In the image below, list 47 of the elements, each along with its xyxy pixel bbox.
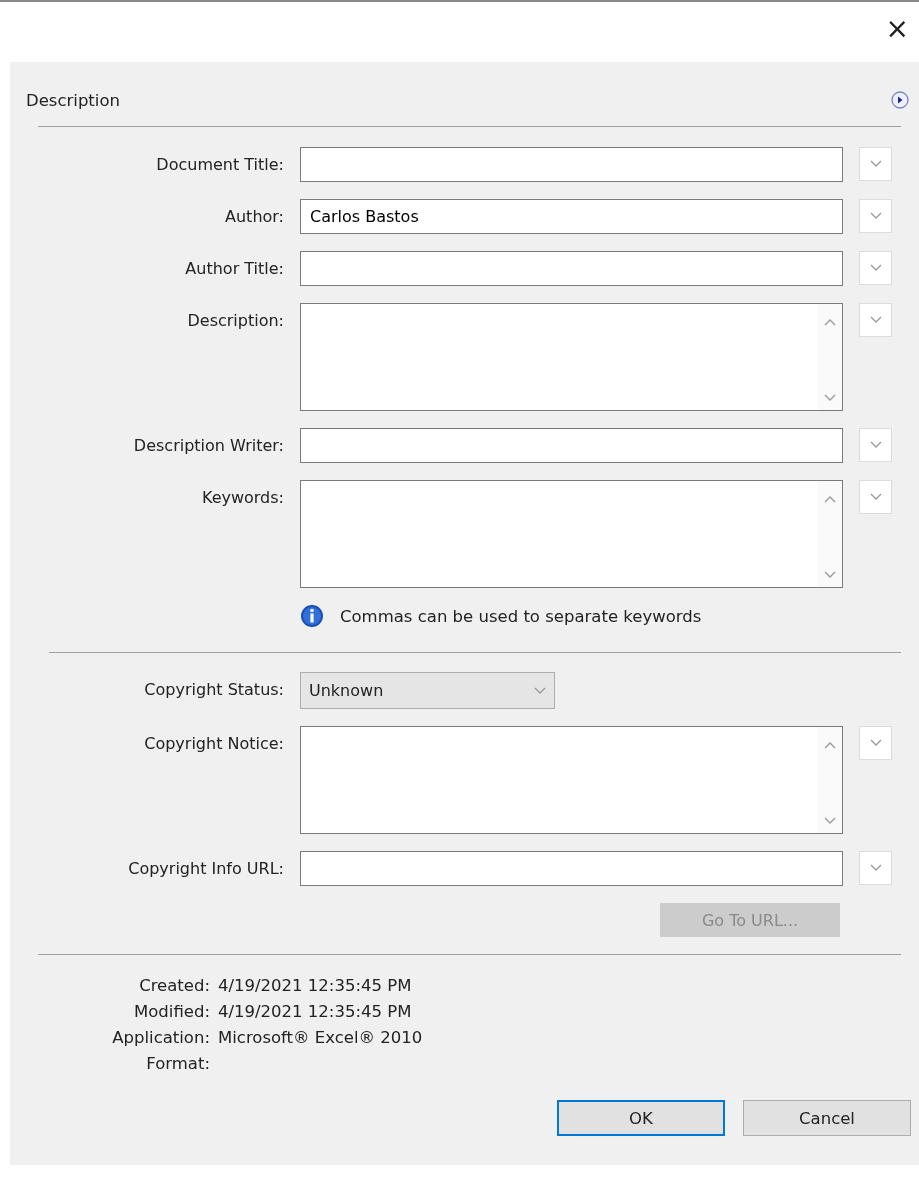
section-title: Description: [26, 90, 120, 110]
meta-value: 4/19/2021 12:35:45 PM: [218, 975, 413, 997]
meta-label: Created:: [138, 975, 210, 997]
hint-text: Commas can be used to separate keywords: [340, 606, 702, 626]
chevron-down-icon: [869, 739, 882, 747]
chevron-down-icon: [534, 686, 546, 695]
input-field[interactable]: [300, 428, 843, 463]
text-area[interactable]: [300, 303, 843, 411]
input-field[interactable]: Carlos Bastos: [300, 199, 843, 234]
input-field[interactable]: [300, 851, 843, 886]
scroll-down-icon: [824, 817, 836, 825]
scroll-down-icon: [824, 394, 836, 402]
input-field[interactable]: [300, 147, 843, 182]
field-label: Copyright Info URL:: [127, 858, 285, 880]
chevron-down-icon: [869, 493, 882, 501]
chevron-down-icon: [869, 441, 882, 449]
field-label: Description:: [186, 310, 285, 332]
scroll-up-icon: [824, 495, 836, 503]
chevron-down-icon: [869, 212, 882, 220]
field-label: Copyright Status:: [143, 679, 285, 701]
info-icon: [300, 604, 324, 628]
copyright-status-select[interactable]: Unknown: [300, 672, 555, 709]
meta-value: 4/19/2021 12:35:45 PM: [218, 1001, 413, 1023]
meta-label: Modified:: [133, 1001, 210, 1023]
text-area[interactable]: [300, 480, 843, 588]
field-label: Copyright Notice:: [143, 733, 285, 755]
field-label: Document Title:: [155, 154, 285, 176]
input-field[interactable]: [300, 251, 843, 286]
dialog-button[interactable]: Cancel: [743, 1100, 911, 1136]
field-label: Keywords:: [200, 487, 285, 509]
chevron-down-icon: [869, 264, 882, 272]
field-label: Author Title:: [184, 258, 285, 280]
chevron-down-icon: [869, 864, 882, 872]
chevron-down-icon: [869, 316, 882, 324]
scroll-up-icon: [824, 741, 836, 749]
close-button[interactable]: ×: [881, 14, 913, 44]
text-area[interactable]: [300, 726, 843, 834]
scroll-up-icon: [824, 318, 836, 326]
field-label: Author:: [224, 206, 285, 228]
scroll-down-icon: [824, 571, 836, 579]
meta-label: Application:: [111, 1027, 210, 1049]
chevron-down-icon: [869, 160, 882, 168]
field-label: Description Writer:: [132, 435, 285, 457]
meta-value: Microsoft® Excel® 2010: [218, 1027, 424, 1049]
meta-label: Format:: [145, 1053, 210, 1075]
play-circle-icon[interactable]: [891, 91, 909, 109]
dialog-button[interactable]: OK: [557, 1100, 725, 1136]
